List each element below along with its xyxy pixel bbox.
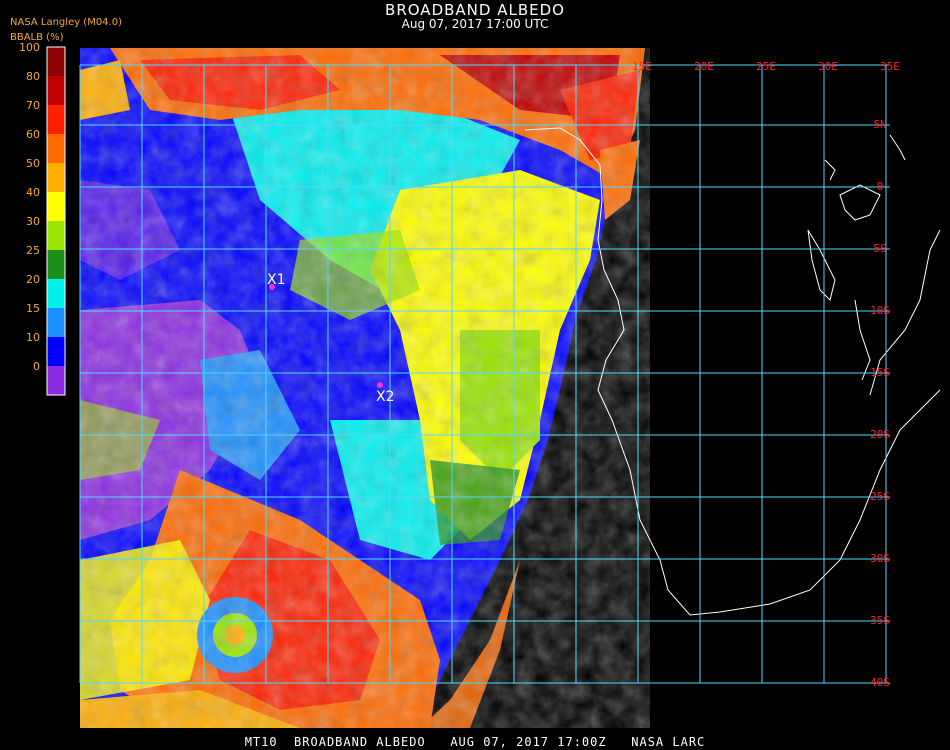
latitude-label: 25S — [870, 490, 890, 503]
longitude-label: 35E — [880, 60, 900, 73]
site-marker-label: X1 — [267, 272, 286, 288]
longitude-label: 15E — [632, 60, 652, 73]
latitude-label: 15S — [870, 366, 890, 379]
site-marker-dot — [377, 382, 383, 388]
latitude-label: 30S — [870, 552, 890, 565]
latitude-label: 20S — [870, 428, 890, 441]
site-marker-label: X2 — [376, 389, 395, 405]
latitude-label: 35S — [870, 614, 890, 627]
latitude-label: 5N — [873, 118, 886, 131]
latitude-label: 40S — [870, 676, 890, 689]
albedo-map: 15E 20E 25E 30E 35E 5N 0 5S 10S 15S 20S 25S 30S 35S 40… — [79, 48, 941, 728]
footer-caption: MT10 BROADBAND ALBEDO AUG 07, 2017 17:00… — [244, 735, 706, 749]
latitude-label: 5S — [873, 242, 886, 255]
longitude-label: 20E — [694, 60, 714, 73]
latitude-label: 10S — [870, 304, 890, 317]
longitude-label: 25E — [756, 60, 776, 73]
longitude-label: 30E — [818, 60, 838, 73]
latitude-label: 0 — [877, 180, 884, 193]
satellite-imagery — [80, 48, 650, 728]
